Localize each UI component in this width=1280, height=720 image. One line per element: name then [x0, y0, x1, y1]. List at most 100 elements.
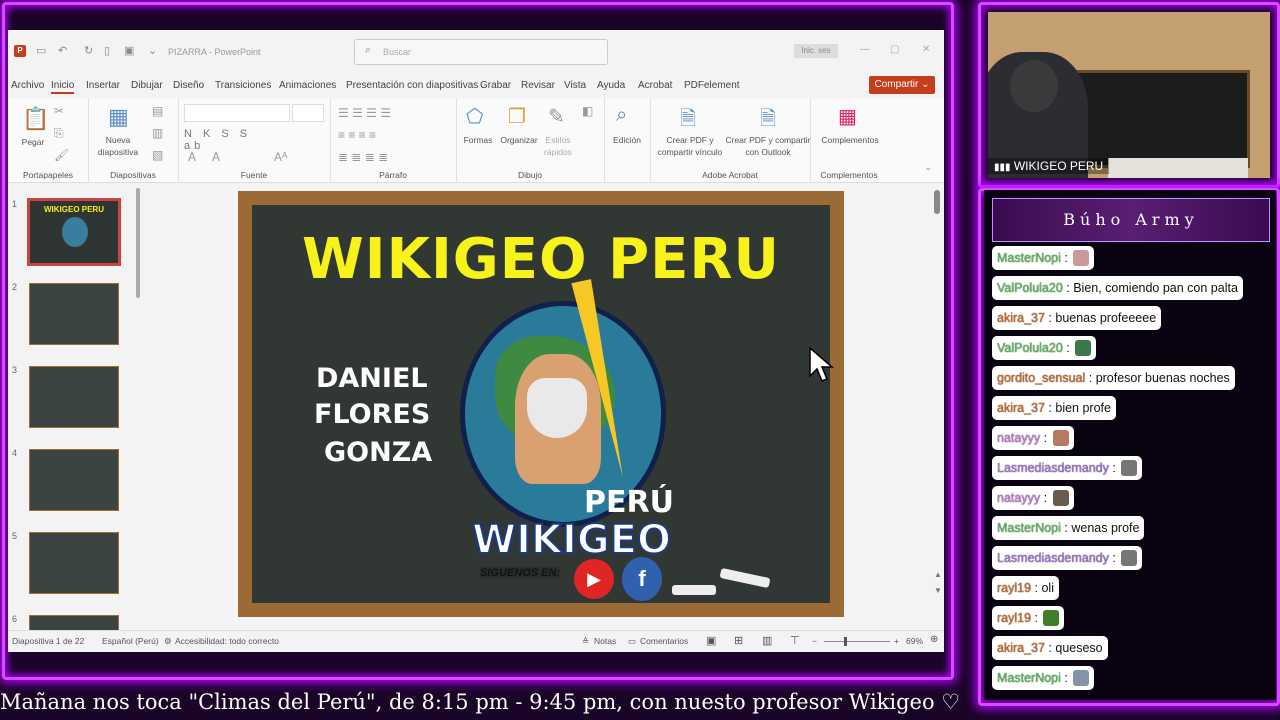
- cut-icon[interactable]: ✂: [54, 104, 64, 118]
- chat-username[interactable]: rayl19: [997, 581, 1031, 595]
- tab-inicio[interactable]: Inicio: [51, 80, 75, 94]
- shapes-icon[interactable]: ⬠: [466, 104, 483, 129]
- tab-transiciones[interactable]: Transiciones: [215, 80, 271, 91]
- edit-label[interactable]: Edición: [606, 134, 648, 146]
- accessibility-status[interactable]: Accesibilidad: todo correcto: [175, 636, 279, 646]
- new-slide-label[interactable]: Nueva diapositiva: [90, 134, 146, 158]
- thumbnails-scrollbar[interactable]: [136, 188, 140, 298]
- chat-username[interactable]: ValPolula20: [997, 341, 1063, 355]
- tab-acrobat[interactable]: Acrobat: [638, 80, 672, 91]
- slide-canvas[interactable]: WIKIGEO PERU DANIEL FLORES GONZA PERÚ WI…: [238, 191, 844, 617]
- copy-icon[interactable]: ⎘: [54, 126, 64, 141]
- quick-styles-icon[interactable]: ✎: [548, 104, 565, 129]
- tab-dibujar[interactable]: Dibujar: [131, 80, 163, 91]
- chat-username[interactable]: MasterNopi: [997, 251, 1061, 265]
- tab-vista[interactable]: Vista: [564, 80, 586, 91]
- chat-username[interactable]: akira_37: [997, 311, 1045, 325]
- zoom-out-icon[interactable]: −: [812, 636, 817, 646]
- chat-username[interactable]: natayyy: [997, 491, 1040, 505]
- reset-icon[interactable]: ▯: [104, 44, 110, 57]
- arrange-icon[interactable]: ❐: [508, 104, 526, 129]
- sorter-view-icon[interactable]: ⊞: [734, 634, 743, 647]
- search-box[interactable]: ⌕ Buscar: [354, 39, 608, 65]
- addins-icon[interactable]: ▦: [838, 104, 857, 129]
- chat-username[interactable]: gordito_sensual: [997, 371, 1085, 385]
- slide-thumbnail-6[interactable]: [29, 615, 119, 630]
- tab-insertar[interactable]: Insertar: [86, 80, 120, 91]
- slide-thumbnail-3[interactable]: [29, 366, 119, 428]
- zoom-slider-thumb[interactable]: [844, 637, 847, 646]
- chat-username[interactable]: MasterNopi: [997, 671, 1061, 685]
- new-slide-icon[interactable]: ▦: [108, 104, 129, 130]
- create-pdf-outlook-label[interactable]: Crear PDF y compartir con Outlook: [724, 134, 812, 158]
- font-family-select[interactable]: [184, 104, 290, 122]
- fit-slide-icon[interactable]: ⊕: [930, 634, 938, 645]
- addins-label[interactable]: Complementos: [812, 134, 888, 146]
- bullets-icon[interactable]: ☰ ☰ ☰ ☰: [338, 106, 391, 120]
- create-pdf-icon[interactable]: 🗎: [680, 104, 696, 138]
- tab-presentacion[interactable]: Presentación con diapositivas: [346, 80, 478, 91]
- normal-view-icon[interactable]: ▣: [706, 634, 716, 647]
- arrange-label[interactable]: Organizar: [498, 134, 540, 146]
- zoom-level[interactable]: 69%: [906, 636, 923, 646]
- font-style-buttons[interactable]: N K S S ab: [184, 128, 274, 152]
- align-icon[interactable]: ≡ ≡ ≡ ≡: [338, 128, 376, 142]
- chat-username[interactable]: akira_37: [997, 401, 1045, 415]
- tab-archivo[interactable]: Archivo: [11, 80, 44, 91]
- reading-view-icon[interactable]: ▥: [762, 634, 772, 647]
- minimize-icon[interactable]: —: [860, 44, 870, 55]
- maximize-icon[interactable]: ▢: [890, 44, 899, 55]
- comments-button[interactable]: Comentarios: [640, 636, 688, 646]
- chat-username[interactable]: Lasmediasdemandy: [997, 551, 1109, 565]
- layout-icon[interactable]: ▤: [152, 104, 163, 118]
- save-icon[interactable]: ▭: [36, 44, 46, 57]
- zoom-in-icon[interactable]: +: [894, 636, 899, 646]
- slide-scrollbar[interactable]: [934, 190, 940, 214]
- scroll-down-icon[interactable]: ▼: [934, 586, 942, 595]
- tab-grabar[interactable]: Grabar: [480, 80, 511, 91]
- notes-button[interactable]: Notas: [594, 636, 616, 646]
- zoom-slider[interactable]: [824, 641, 890, 642]
- edit-search-icon[interactable]: ⌕: [616, 104, 627, 127]
- customize-icon[interactable]: ⌄: [148, 44, 157, 57]
- presenter-view-icon[interactable]: ⊤: [790, 634, 800, 647]
- paste-label[interactable]: Pegar: [16, 136, 50, 148]
- slide-thumbnail-4[interactable]: [29, 449, 119, 511]
- language[interactable]: Español (Perú): [102, 636, 159, 646]
- chat-username[interactable]: akira_37: [997, 641, 1045, 655]
- fill-icon[interactable]: ◧: [582, 104, 593, 118]
- section-icon[interactable]: ▧: [152, 148, 163, 162]
- redo-icon[interactable]: ↻: [84, 44, 93, 57]
- slide-thumbnail-2[interactable]: [29, 283, 119, 345]
- tab-animaciones[interactable]: Animaciones: [279, 80, 336, 91]
- tab-pdfelement[interactable]: PDFelement: [684, 80, 740, 91]
- signin-button[interactable]: Inic. ses: [794, 44, 838, 58]
- format-painter-icon[interactable]: 🖌: [54, 148, 69, 162]
- highlight-icon[interactable]: A: [212, 150, 220, 164]
- chat-username[interactable]: Lasmediasdemandy: [997, 461, 1109, 475]
- create-pdf-label[interactable]: Crear PDF y compartir vínculo: [652, 134, 728, 158]
- shapes-label[interactable]: Formas: [458, 134, 498, 146]
- close-icon[interactable]: ✕: [922, 44, 930, 55]
- tab-revisar[interactable]: Revisar: [521, 80, 555, 91]
- chat-username[interactable]: ValPolula20: [997, 281, 1063, 295]
- quick-styles-label[interactable]: Estilos rápidos: [540, 134, 576, 158]
- share-button[interactable]: Compartir ⌄: [869, 76, 935, 94]
- reset-slide-icon[interactable]: ▥: [152, 126, 163, 140]
- chat-username[interactable]: rayl19: [997, 611, 1031, 625]
- tab-diseno[interactable]: Diseño: [173, 80, 204, 91]
- font-size-select[interactable]: [292, 104, 324, 122]
- font-color-icon[interactable]: A: [188, 150, 196, 164]
- undo-icon[interactable]: ↶: [58, 44, 67, 57]
- scroll-up-icon[interactable]: ▲: [934, 570, 942, 579]
- present-icon[interactable]: ▣: [124, 44, 134, 57]
- grow-font-icon[interactable]: Aᴬ: [274, 150, 287, 164]
- chat-username[interactable]: natayyy: [997, 431, 1040, 445]
- collapse-ribbon-icon[interactable]: ⌄: [924, 162, 932, 173]
- align-text-icon[interactable]: ≣ ≣ ≣ ≣: [338, 150, 388, 164]
- create-pdf-outlook-icon[interactable]: 🗎: [760, 104, 776, 138]
- slide-thumbnail-1[interactable]: WIKIGEO PERU: [27, 198, 121, 266]
- slide-thumbnail-5[interactable]: [29, 532, 119, 594]
- tab-ayuda[interactable]: Ayuda: [597, 80, 625, 91]
- chat-username[interactable]: MasterNopi: [997, 521, 1061, 535]
